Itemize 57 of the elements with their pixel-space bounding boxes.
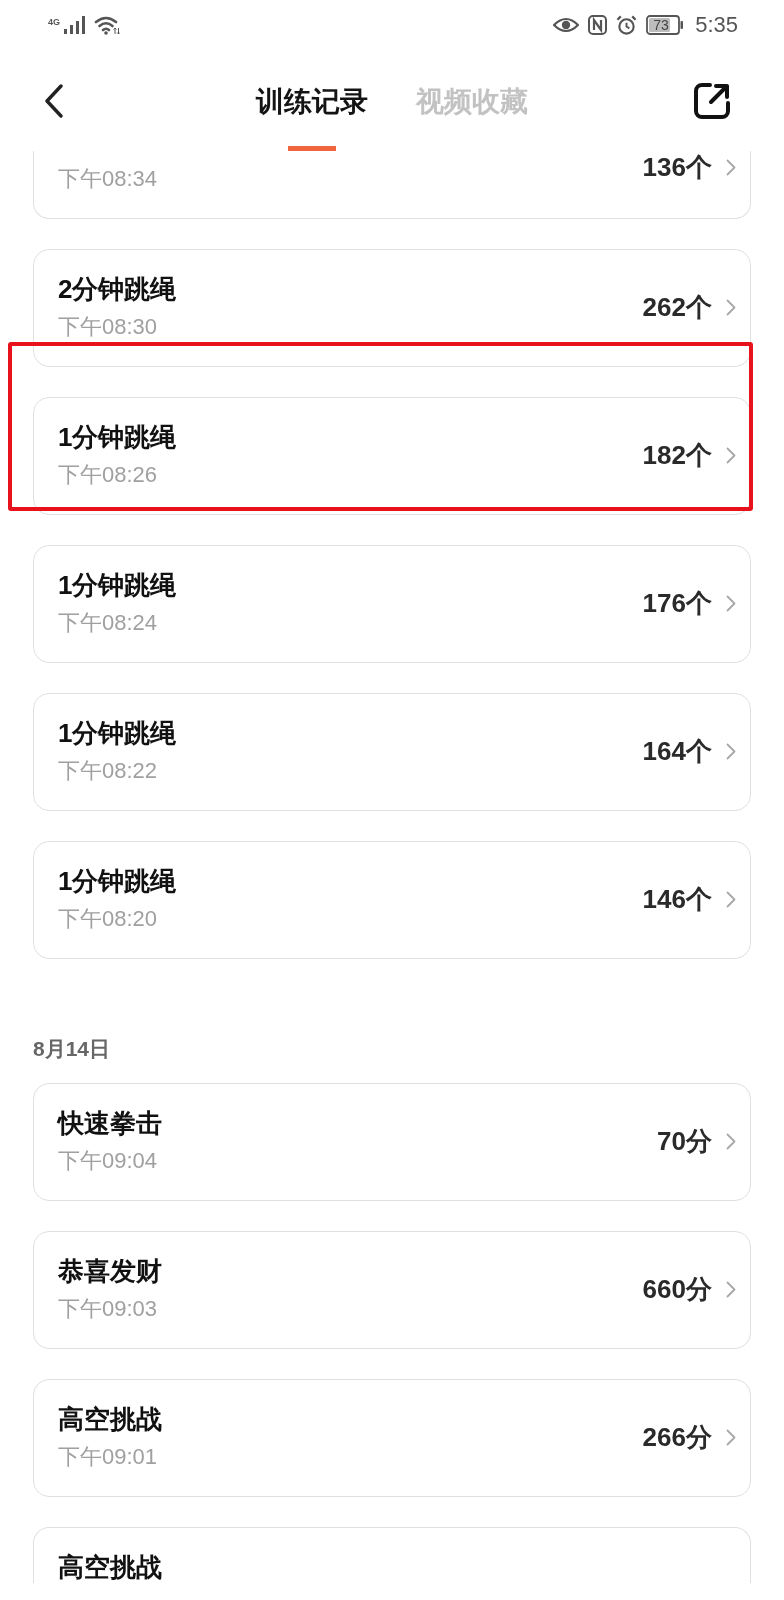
record-title: 1分钟跳绳 [58,717,177,749]
wifi-icon [94,15,120,35]
record-time: 下午08:20 [58,905,158,933]
status-time: 5:35 [695,12,738,38]
record-title: 高空挑战 [58,1403,162,1435]
alarm-icon [616,14,638,36]
chevron-icon [726,1428,736,1446]
record-card[interactable]: 1分钟跳绳 下午08:24 176个 [33,545,751,663]
record-card[interactable]: 2分钟跳绳 下午08:30 262个 [33,249,751,367]
record-value: 146个 [642,883,712,915]
chevron-icon [726,298,736,316]
record-time: 下午08:24 [58,609,158,637]
record-value: 70分 [657,1125,712,1157]
record-value: 266分 [642,1421,712,1453]
record-time: 下午08:34 [58,165,158,193]
record-title: 恭喜发财 [58,1255,162,1287]
chevron-icon [726,742,736,760]
record-title: 快速拳击 [58,1107,162,1139]
record-value: 136个 [642,151,712,183]
chevron-icon [726,890,736,908]
record-time: 下午08:22 [58,757,158,785]
record-card[interactable]: 1分钟跳绳 下午08:26 182个 [33,397,751,515]
date-heading: 8月14日 [33,1036,111,1062]
signal-icon [64,16,86,34]
record-title: 1分钟跳绳 [58,421,177,453]
record-card[interactable]: 1分钟跳绳 下午08:22 164个 [33,693,751,811]
battery-percent: 73 [653,17,669,33]
record-value: 660分 [642,1273,712,1305]
record-card[interactable]: 高空挑战 下午09:01 266分 [33,1379,751,1497]
record-card[interactable]: 恭喜发财 下午09:03 660分 [33,1231,751,1349]
chevron-icon [726,1132,736,1150]
record-time: 下午09:01 [58,1443,158,1471]
chevron-icon [726,1280,736,1298]
record-value: 182个 [642,439,712,471]
battery-icon [646,15,685,35]
record-value: 176个 [642,587,712,619]
record-title: 高空挑战 [58,1551,162,1583]
record-time: 下午08:26 [58,461,158,489]
record-title: 2分钟跳绳 [58,273,177,305]
record-card[interactable]: 快速拳击 下午09:04 70分 [33,1083,751,1201]
record-title: 1分钟跳绳 [58,569,177,601]
tab[interactable]: 训练记录 [254,50,370,151]
record-time: 下午08:30 [58,313,158,341]
eye-icon [553,16,580,34]
record-value: 164个 [642,735,712,767]
record-card[interactable]: 下午08:34 136个 [33,151,751,219]
chevron-icon [726,594,736,612]
record-time: 下午09:04 [58,1147,158,1175]
record-card[interactable]: 高空挑战 [33,1527,751,1583]
record-value: 262个 [642,291,712,323]
chevron-icon [726,158,736,176]
nfc-icon [588,15,608,35]
record-time: 下午09:03 [58,1295,158,1323]
chevron-icon [726,446,736,464]
record-title: 1分钟跳绳 [58,865,177,897]
record-card[interactable]: 1分钟跳绳 下午08:20 146个 [33,841,751,959]
network-type: 4G [48,17,60,27]
